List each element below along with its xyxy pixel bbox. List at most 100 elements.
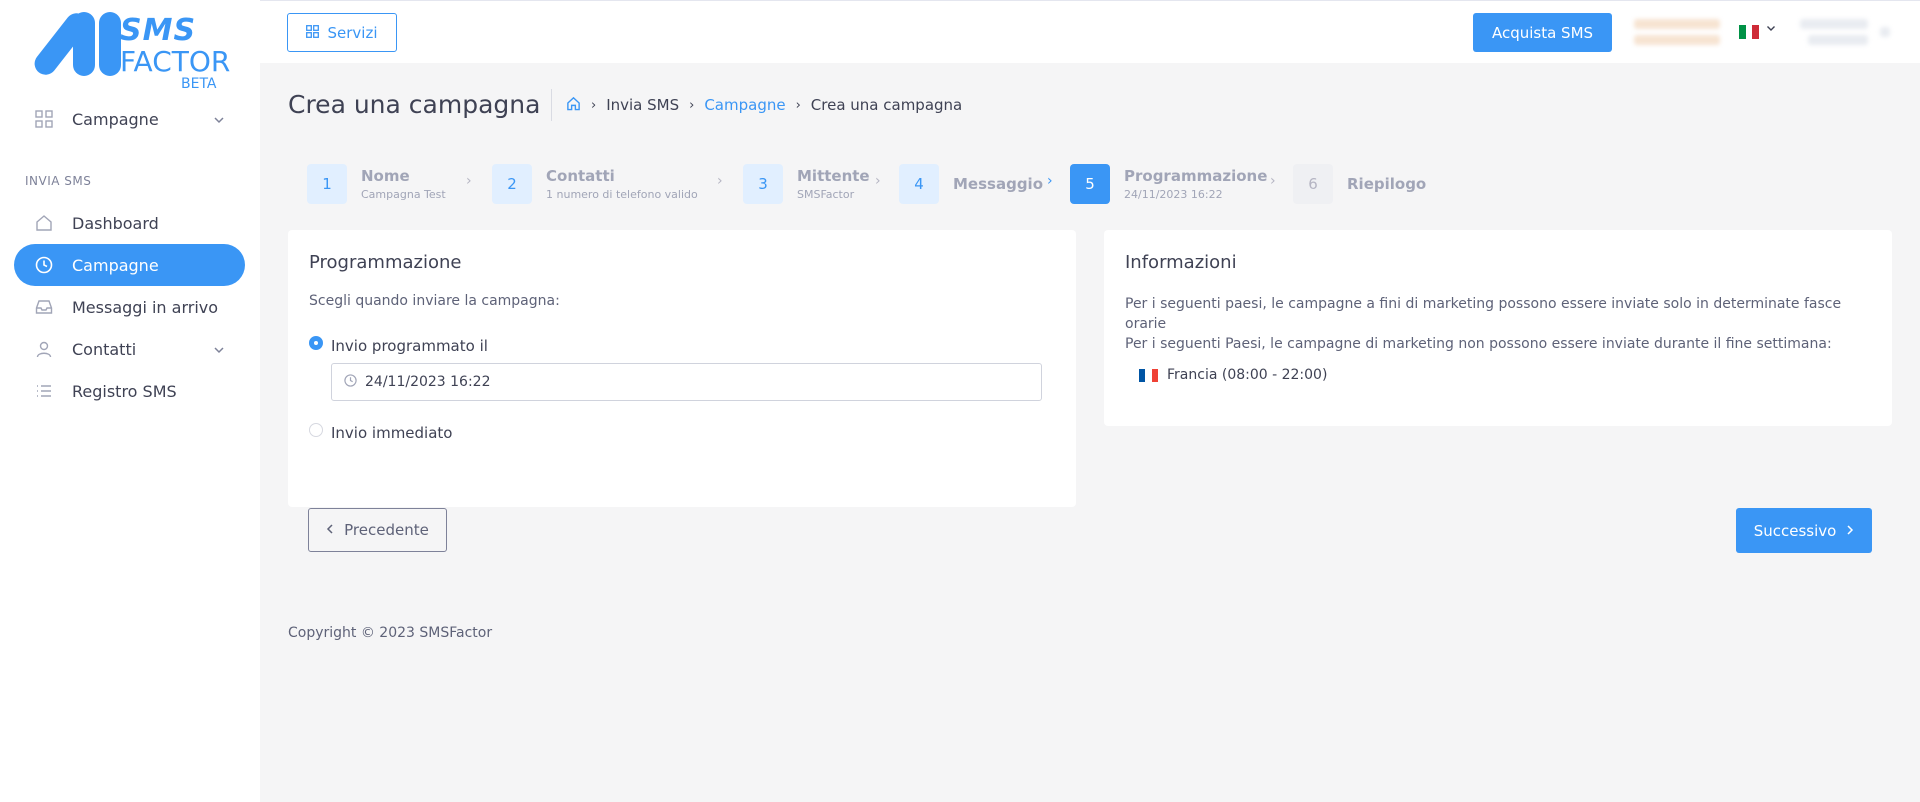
chevron-right-icon (1846, 524, 1854, 538)
chevron-right-icon: › (717, 173, 723, 189)
radio-scheduled-option[interactable]: Invio programmato il (309, 336, 488, 355)
radio-immediate[interactable] (309, 423, 323, 437)
step-sub: 1 numero di telefono valido (546, 188, 698, 201)
chevron-right-icon: › (466, 173, 472, 189)
credit-balance-redacted (1634, 35, 1720, 45)
user-menu-redacted[interactable] (1880, 27, 1890, 37)
step-nome[interactable]: 1 Nome Campagna Test (307, 163, 446, 205)
italy-flag-icon[interactable] (1739, 25, 1760, 39)
copyright-text: Copyright © 2023 SMSFactor (288, 625, 493, 641)
sidebar-item-campagne[interactable]: Campagne (14, 244, 245, 286)
country-restriction-label: Francia (08:00 - 22:00) (1167, 367, 1328, 383)
sidebar-item-registro[interactable]: Registro SMS (14, 370, 245, 412)
sidebar-item-label: Campagne (72, 255, 159, 275)
brand-logo[interactable]: SMS FACTOR BETA (28, 12, 230, 92)
sidebar-item-label: Registro SMS (72, 381, 177, 401)
step-number: 5 (1070, 164, 1110, 204)
acquista-label: Acquista SMS (1491, 23, 1594, 42)
sidebar-item-campagne-top[interactable]: Campagne (14, 98, 245, 140)
chevron-right-icon: › (875, 173, 881, 189)
sidebar: SMS FACTOR BETA Campagne INVIA SMS Dashb… (0, 0, 260, 802)
page-title: Crea una campagna (288, 90, 541, 119)
breadcrumb-current: Crea una campagna (810, 96, 963, 114)
breadcrumb-campagne-link[interactable]: Campagne (704, 96, 785, 114)
sidebar-item-label: Campagne (72, 109, 159, 129)
list-icon (34, 381, 54, 401)
country-restriction-row: Francia (08:00 - 22:00) (1139, 367, 1871, 383)
grid-icon (306, 24, 320, 42)
chevron-right-icon: › (1047, 173, 1053, 189)
logo-mark-icon (34, 12, 121, 76)
programmazione-card: Programmazione Scegli quando inviare la … (288, 230, 1076, 507)
step-sub: 24/11/2023 16:22 (1124, 188, 1223, 201)
step-label: Messaggio (953, 175, 1043, 193)
step-messaggio[interactable]: 4 Messaggio (899, 163, 1043, 205)
radio-scheduled-label: Invio programmato il (331, 337, 488, 355)
logo-wordmark: SMS FACTOR (120, 16, 230, 76)
step-sub: Campagna Test (361, 188, 446, 201)
schedule-prompt: Scegli quando inviare la campagna: (309, 293, 560, 309)
step-label: Programmazione (1124, 167, 1268, 185)
credit-balance-redacted (1634, 19, 1720, 29)
previous-button[interactable]: Precedente (308, 508, 447, 552)
chevron-right-icon: › (1270, 173, 1276, 189)
step-number: 4 (899, 164, 939, 204)
step-label: Nome (361, 167, 410, 185)
radio-immediate-option[interactable]: Invio immediato (309, 423, 453, 442)
next-button[interactable]: Successivo (1736, 508, 1872, 553)
user-name-redacted[interactable] (1800, 19, 1868, 29)
scheduled-datetime-input[interactable]: 24/11/2023 16:22 (331, 363, 1042, 401)
france-flag-icon (1139, 368, 1158, 382)
logo-beta: BETA (181, 76, 217, 92)
step-riepilogo[interactable]: 6 Riepilogo (1293, 163, 1426, 205)
chevron-left-icon (326, 523, 334, 537)
breadcrumb-invia-sms: Invia SMS (606, 96, 680, 114)
radio-scheduled[interactable] (309, 336, 323, 350)
sidebar-item-label: Messaggi in arrivo (72, 297, 219, 317)
home-icon[interactable] (566, 96, 581, 115)
breadcrumb-separator-icon: › (591, 97, 597, 113)
logo-sms: SMS (120, 13, 197, 48)
info-weekend-text: Per i seguenti Paesi, le campagne di mar… (1125, 336, 1832, 352)
clock-icon (34, 255, 54, 275)
clock-icon (344, 373, 357, 391)
sidebar-item-messaggi[interactable]: Messaggi in arrivo (14, 286, 245, 328)
breadcrumb-separator-icon: › (795, 97, 801, 113)
logo-factor: FACTOR (120, 45, 231, 78)
home-icon (34, 213, 54, 233)
sidebar-item-contatti[interactable]: Contatti (14, 328, 245, 370)
programmazione-title: Programmazione (309, 252, 462, 273)
step-mittente[interactable]: 3 Mittente SMSFactor (743, 163, 870, 205)
user-email-redacted[interactable] (1808, 35, 1868, 45)
step-label: Contatti (546, 167, 615, 185)
step-programmazione[interactable]: 5 Programmazione 24/11/2023 16:22 (1070, 163, 1267, 205)
chevron-down-icon (213, 111, 225, 130)
sidebar-item-label: Dashboard (72, 213, 159, 233)
radio-immediate-label: Invio immediato (331, 424, 453, 442)
step-number: 6 (1293, 164, 1333, 204)
informazioni-card: Informazioni Per i seguenti paesi, le ca… (1104, 230, 1892, 426)
acquista-sms-button[interactable]: Acquista SMS (1473, 13, 1612, 52)
sidebar-item-label: Contatti (72, 339, 137, 359)
grid-icon (34, 109, 54, 129)
scheduled-datetime-value: 24/11/2023 16:22 (365, 374, 491, 390)
sidebar-section-label: INVIA SMS (25, 174, 92, 188)
breadcrumb: › Invia SMS › Campagne › Crea una campag… (566, 95, 962, 115)
step-sub: SMSFactor (797, 188, 855, 201)
step-number: 1 (307, 164, 347, 204)
previous-label: Precedente (344, 521, 429, 539)
chevron-down-icon[interactable] (1766, 23, 1776, 36)
servizi-button[interactable]: Servizi (287, 13, 397, 52)
servizi-label: Servizi (327, 23, 378, 42)
step-label: Mittente (797, 167, 870, 185)
info-time-window-text: Per i seguenti paesi, le campagne a fini… (1125, 296, 1842, 332)
step-contatti[interactable]: 2 Contatti 1 numero di telefono valido (492, 163, 698, 205)
chevron-down-icon (213, 341, 225, 360)
next-label: Successivo (1753, 521, 1837, 540)
step-number: 2 (492, 164, 532, 204)
top-header: Servizi Acquista SMS (260, 0, 1920, 63)
sidebar-item-dashboard[interactable]: Dashboard (14, 202, 245, 244)
title-divider (551, 89, 552, 121)
informazioni-title: Informazioni (1125, 252, 1237, 273)
inbox-icon (34, 297, 54, 317)
